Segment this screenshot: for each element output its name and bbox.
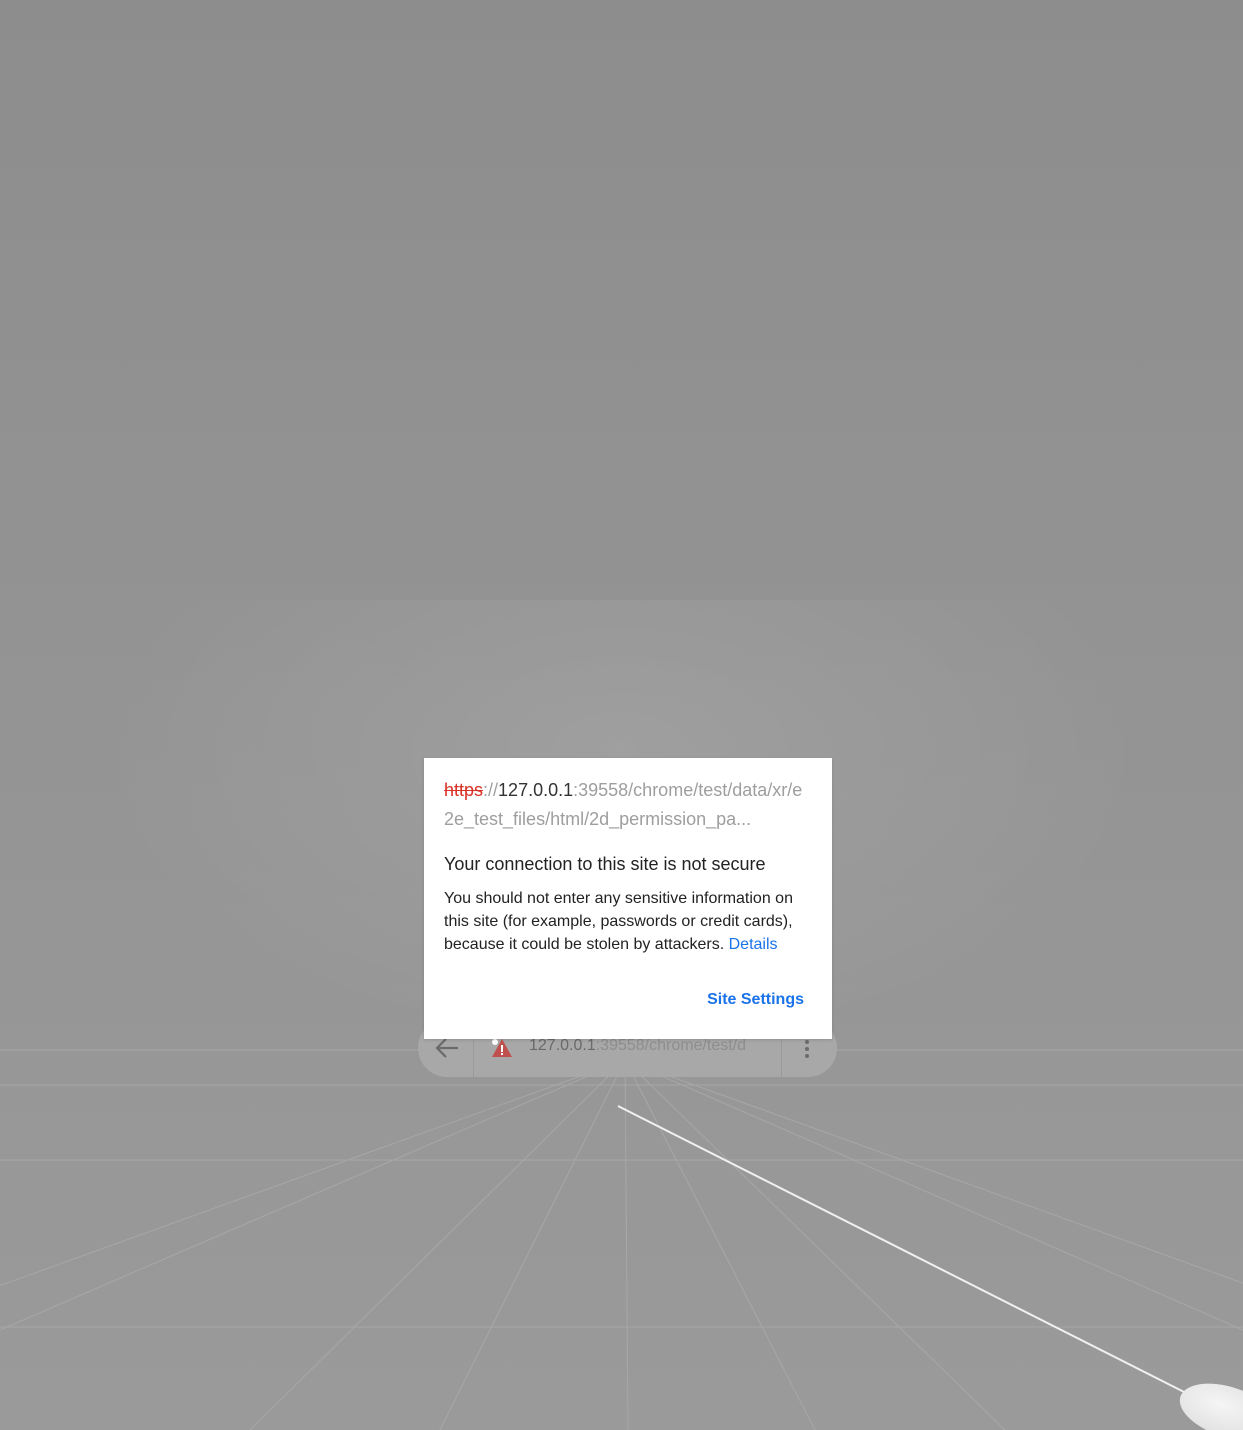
site-settings-button[interactable]: Site Settings bbox=[707, 991, 804, 1009]
connection-message: You should not enter any sensitive infor… bbox=[444, 887, 812, 956]
floor-grid bbox=[0, 1049, 1243, 1430]
vr-scene: 127.0.0.1:39558/chrome/test/d https://12… bbox=[0, 0, 1243, 1430]
url-host: 127.0.0.1 bbox=[529, 1037, 596, 1054]
details-link[interactable]: Details bbox=[729, 936, 778, 953]
controller-laser bbox=[617, 1105, 1191, 1396]
connection-title: Your connection to this site is not secu… bbox=[444, 854, 766, 874]
url-bar-text[interactable]: 127.0.0.1:39558/chrome/test/d bbox=[529, 1037, 764, 1055]
dialog-url: https://127.0.0.1:39558/chrome/test/data… bbox=[444, 776, 812, 834]
back-arrow-icon[interactable] bbox=[432, 1036, 462, 1060]
url-host: 127.0.0.1 bbox=[498, 780, 574, 800]
url-separator: :// bbox=[483, 780, 499, 800]
url-bar-divider bbox=[781, 1035, 782, 1077]
warning-icon[interactable] bbox=[491, 1038, 513, 1058]
dialog-actions: Site Settings bbox=[707, 991, 804, 1009]
url-scheme: https bbox=[444, 780, 484, 800]
url-bar-divider bbox=[473, 1035, 474, 1077]
page-info-dialog: https://127.0.0.1:39558/chrome/test/data… bbox=[424, 758, 832, 1039]
more-vert-icon[interactable] bbox=[804, 1039, 810, 1059]
url-rest: :39558/chrome/test/d bbox=[595, 1037, 747, 1054]
